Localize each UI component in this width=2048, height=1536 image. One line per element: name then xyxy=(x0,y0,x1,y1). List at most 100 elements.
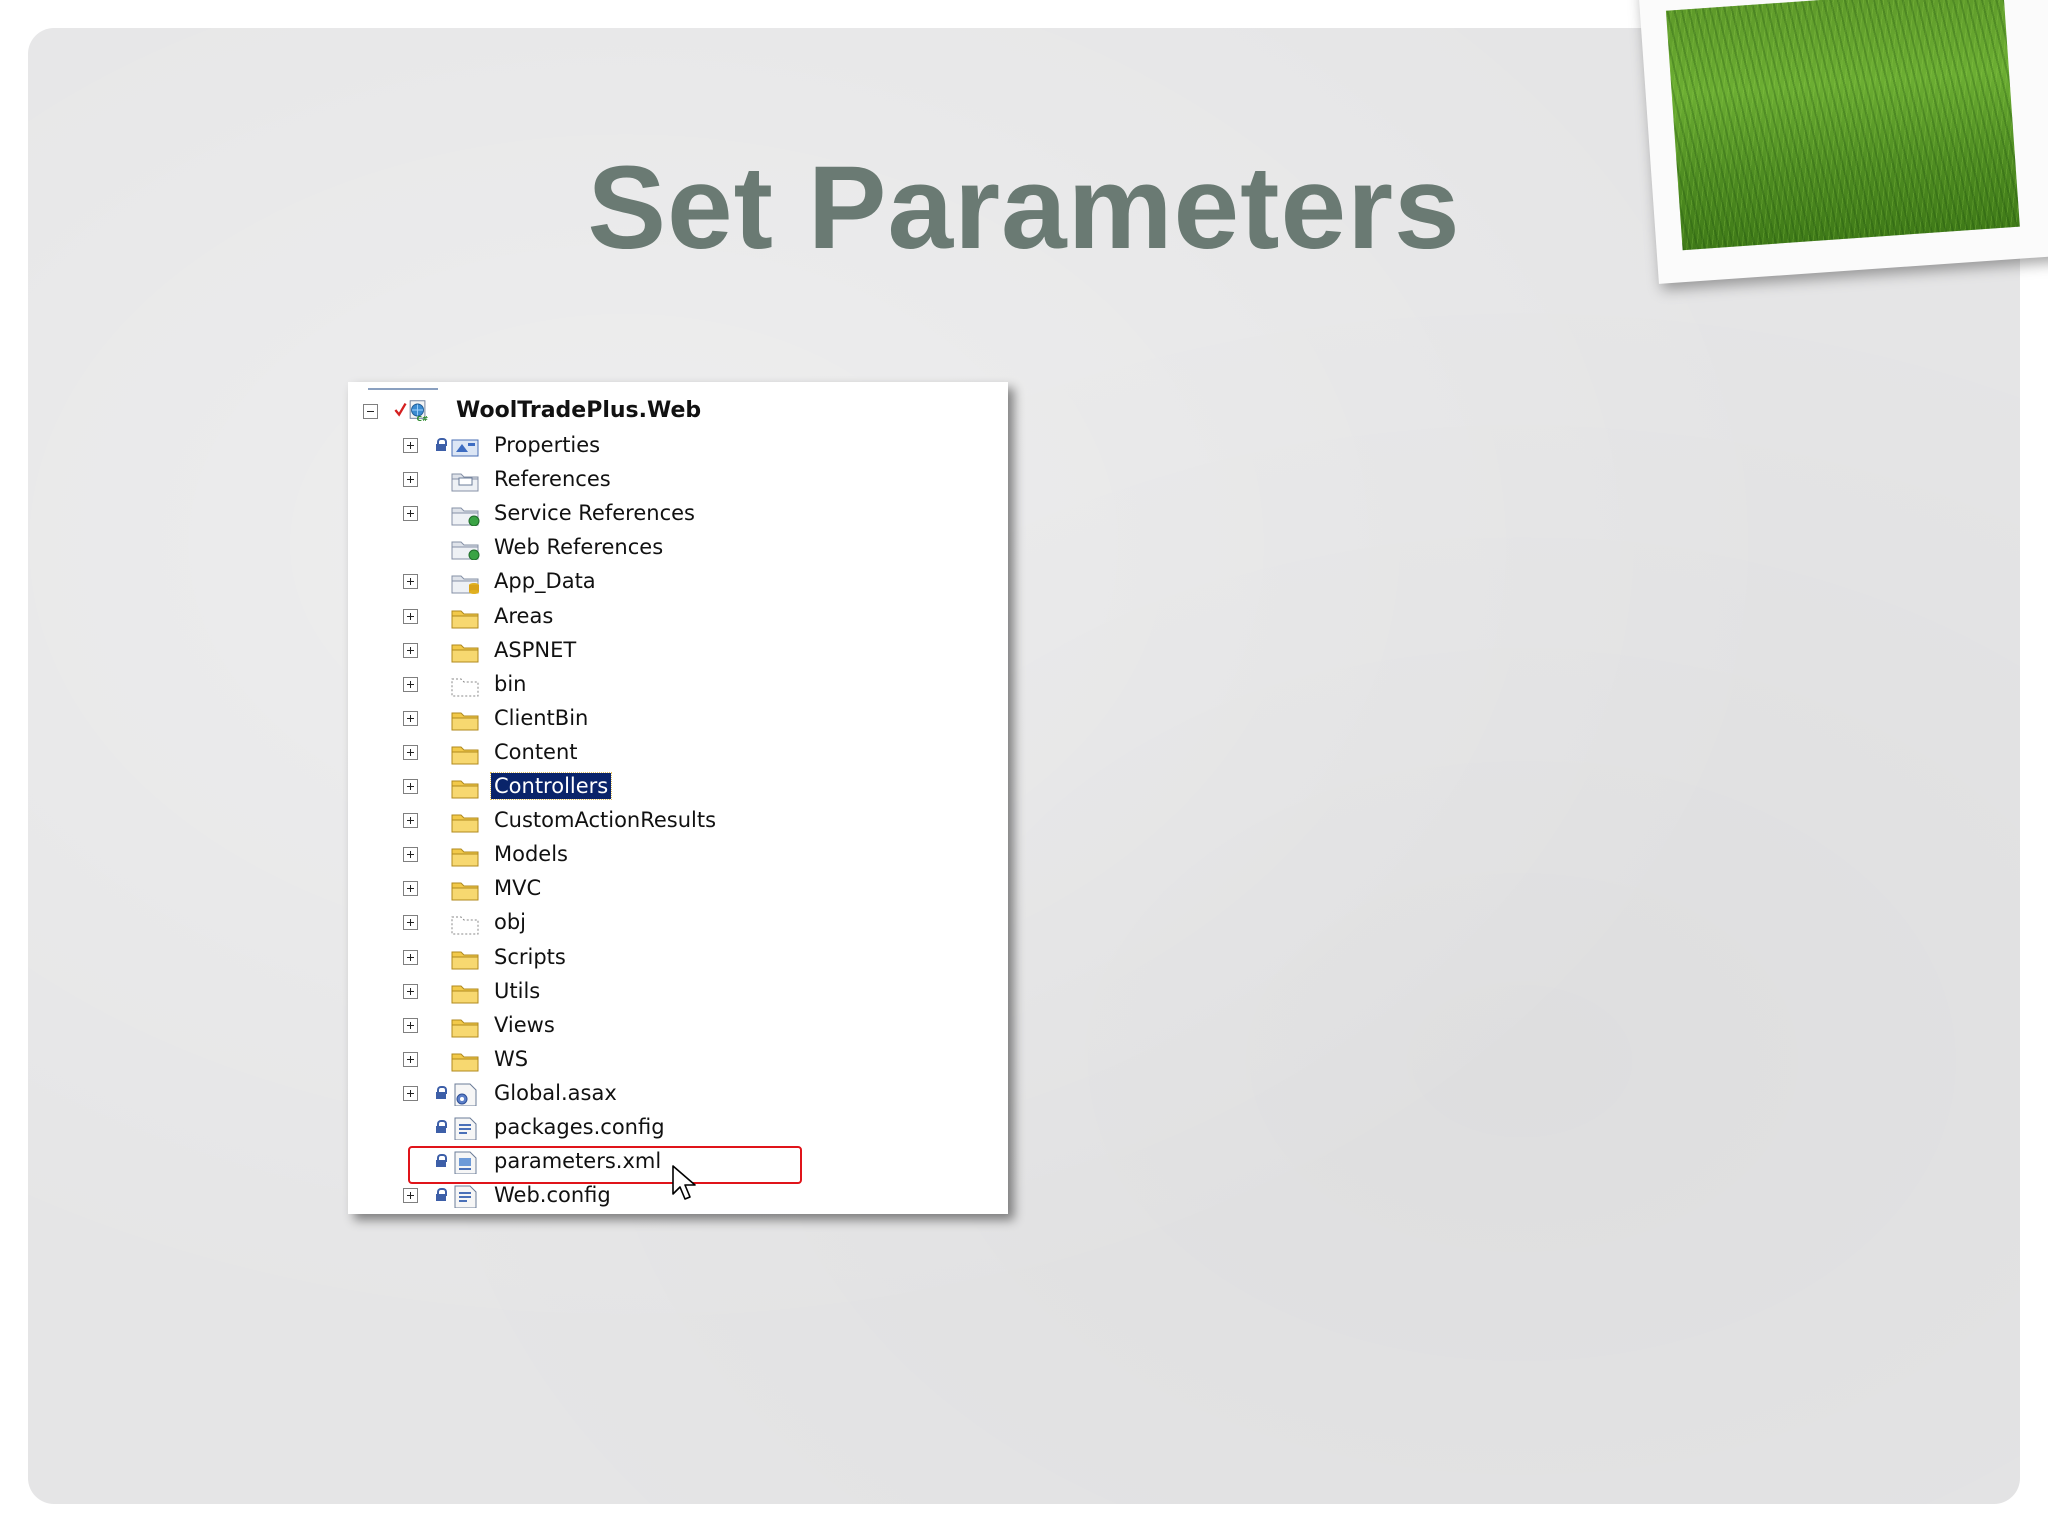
tree-item-label: Web References xyxy=(494,535,664,560)
expand-icon[interactable] xyxy=(403,1085,418,1101)
expand-icon[interactable] xyxy=(403,949,418,965)
tree-item-models[interactable]: Models xyxy=(348,839,988,869)
slide-title: Set Parameters xyxy=(587,142,1461,274)
expand-icon[interactable] xyxy=(403,608,418,624)
tree-item-obj[interactable]: obj xyxy=(348,907,988,937)
tree-item-label: Areas xyxy=(494,603,554,628)
clipped-parent-node xyxy=(368,382,438,390)
web-project-icon: C# xyxy=(394,400,429,422)
expand-icon[interactable] xyxy=(403,847,418,863)
tree-item-label: References xyxy=(494,467,611,492)
tree-item-label: ClientBin xyxy=(494,705,589,730)
tree-item-references[interactable]: References xyxy=(348,464,988,494)
tree-item-views[interactable]: Views xyxy=(348,1010,988,1040)
folder-icon xyxy=(451,985,479,1004)
folder-icon xyxy=(451,780,479,799)
references-folder-icon xyxy=(451,473,479,492)
expand-icon[interactable] xyxy=(403,438,418,453)
properties-icon xyxy=(451,439,479,457)
expand-icon[interactable] xyxy=(403,710,418,726)
svg-text:C#: C# xyxy=(417,414,429,422)
expand-icon[interactable] xyxy=(403,881,418,897)
tree-item-global-asax[interactable]: Global.asax xyxy=(348,1078,988,1108)
tree-item-app-data[interactable]: App_Data xyxy=(348,566,988,596)
service-references-folder-icon xyxy=(451,507,480,527)
config-file-icon xyxy=(454,1185,477,1209)
tree-item-label: Properties xyxy=(494,433,601,457)
tree-item-content[interactable]: Content xyxy=(348,737,988,767)
folder-icon xyxy=(451,1019,479,1038)
tree-item-label: Content xyxy=(494,739,578,764)
expand-icon[interactable] xyxy=(403,1017,418,1033)
collapse-icon[interactable] xyxy=(363,404,378,419)
tree-item-label: bin xyxy=(494,671,527,696)
expand-icon[interactable] xyxy=(403,574,418,590)
folder-icon xyxy=(451,712,479,731)
excluded-folder-icon xyxy=(451,916,479,935)
folder-icon xyxy=(451,610,479,628)
tree-item-ws[interactable]: WS xyxy=(348,1044,988,1074)
expand-icon[interactable] xyxy=(403,983,418,999)
tree-item-label: Global.asax xyxy=(494,1080,617,1105)
folder-icon xyxy=(451,746,479,765)
solution-explorer-tree: C# WoolTradePlus.Web Properties Reference… xyxy=(348,382,1008,1214)
folder-icon xyxy=(451,644,479,663)
tree-item-label: Scripts xyxy=(494,944,566,969)
tree-item-web-config[interactable]: Web.config xyxy=(348,1180,988,1210)
web-references-folder-icon xyxy=(451,541,480,561)
expand-icon[interactable] xyxy=(403,472,418,488)
tree-item-label: Models xyxy=(494,842,568,867)
tree-item-controllers[interactable]: Controllers xyxy=(348,771,988,801)
mouse-cursor-icon xyxy=(672,1165,696,1200)
tree-item-scripts[interactable]: Scripts xyxy=(348,942,988,972)
tree-item-label: Utils xyxy=(494,978,541,1003)
tree-item-label: Views xyxy=(494,1012,555,1037)
tree-item-aspnet[interactable]: ASPNET xyxy=(348,635,988,665)
tree-item-label: CustomActionResults xyxy=(494,808,717,833)
lock-icon xyxy=(436,1188,447,1202)
tree-item-areas[interactable]: Areas xyxy=(348,601,988,631)
folder-icon xyxy=(451,882,479,901)
tree-item-label: App_Data xyxy=(494,569,596,594)
expand-icon[interactable] xyxy=(403,779,418,794)
tree-item-utils[interactable]: Utils xyxy=(348,976,988,1006)
expand-icon[interactable] xyxy=(403,744,418,760)
tree-item-label: MVC xyxy=(494,876,542,901)
tree-item-bin[interactable]: bin xyxy=(348,669,988,699)
tree-item-label: Controllers xyxy=(489,772,613,800)
tree-item-label: WS xyxy=(494,1046,529,1071)
tree-item-customactionresults[interactable]: CustomActionResults xyxy=(348,805,988,835)
tree-item-label: Service References xyxy=(494,501,695,526)
folder-icon xyxy=(451,848,479,867)
expand-icon[interactable] xyxy=(403,1051,418,1067)
tree-item-label: packages.config xyxy=(494,1115,665,1139)
tree-item-packages-config[interactable]: packages.config xyxy=(348,1112,988,1142)
tree-item-service-references[interactable]: Service References xyxy=(348,498,988,528)
lock-icon xyxy=(436,1085,447,1099)
expand-icon[interactable] xyxy=(403,813,418,829)
tree-item-mvc[interactable]: MVC xyxy=(348,873,988,903)
expand-icon[interactable] xyxy=(403,642,418,658)
expand-icon[interactable] xyxy=(403,506,418,522)
tree-item-label: ASPNET xyxy=(494,637,577,662)
folder-icon xyxy=(451,814,479,833)
app-data-folder-icon xyxy=(451,575,479,595)
parameters-xml-highlight xyxy=(408,1146,802,1184)
expand-icon[interactable] xyxy=(403,915,418,931)
folder-icon xyxy=(451,1053,479,1072)
tree-item-clientbin[interactable]: ClientBin xyxy=(348,703,988,733)
expand-icon[interactable] xyxy=(403,676,418,692)
project-label: WoolTradePlus.Web xyxy=(456,398,702,423)
excluded-folder-icon xyxy=(451,678,479,697)
config-file-icon xyxy=(454,1117,477,1140)
tree-item-web-references[interactable]: Web References xyxy=(348,532,988,562)
tree-item-properties[interactable]: Properties xyxy=(348,430,988,460)
expand-icon[interactable] xyxy=(403,1188,418,1204)
folder-icon xyxy=(451,951,479,969)
project-node[interactable]: C# WoolTradePlus.Web xyxy=(348,396,988,426)
tree-item-label: obj xyxy=(494,910,527,935)
lock-icon xyxy=(436,1120,447,1133)
lock-icon xyxy=(436,438,447,451)
tree-item-label: Web.config xyxy=(494,1183,611,1208)
global-asax-file-icon xyxy=(454,1083,477,1106)
